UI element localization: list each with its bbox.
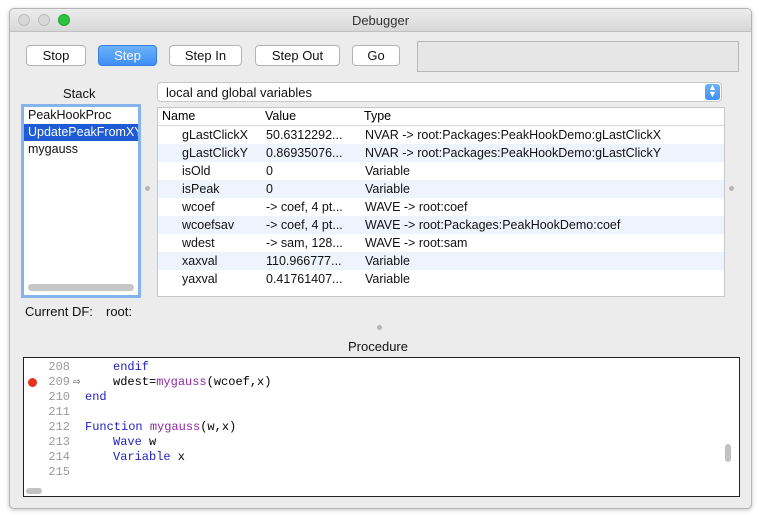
- step-in-button[interactable]: Step In: [169, 45, 242, 66]
- variable-type: Variable: [365, 254, 410, 268]
- current-df-label: Current DF:: [25, 304, 93, 319]
- line-number: 212: [48, 420, 70, 434]
- variable-name: wcoef: [182, 200, 215, 214]
- debugger-window: Debugger Stop Step Step In Step Out Go S…: [9, 8, 752, 509]
- code-line: 212 Function mygauss(w,x): [24, 420, 724, 435]
- variable-name: gLastClickY: [182, 146, 248, 160]
- stack-item[interactable]: mygauss: [24, 141, 138, 158]
- code-line: 210 end: [24, 390, 724, 405]
- code-line: 213 Wave w: [24, 435, 724, 450]
- variable-type: WAVE -> root:coef: [365, 200, 468, 214]
- stack-item-selected[interactable]: UpdatePeakFromXY: [24, 124, 138, 141]
- line-number: 213: [48, 435, 70, 449]
- breakpoint-icon[interactable]: [28, 378, 37, 387]
- column-header-value[interactable]: Value: [265, 108, 296, 124]
- code-text: wdest=mygauss(wcoef,x): [113, 375, 272, 389]
- code-text: endif: [113, 360, 150, 374]
- variable-value: 50.6312292...: [266, 128, 343, 142]
- variable-value: 0: [266, 164, 273, 178]
- table-row[interactable]: gLastClickX 50.6312292... NVAR -> root:Pac…: [158, 126, 724, 144]
- variable-type: Variable: [365, 272, 410, 286]
- table-row[interactable]: wcoef -> coef, 4 pt... WAVE -> root:coef: [158, 198, 724, 216]
- stop-button[interactable]: Stop: [26, 45, 86, 66]
- procedure-editor[interactable]: 208 endif 209 ⇨ wdest=mygauss(wcoef,x) 2…: [23, 357, 740, 497]
- variable-name: wcoefsav: [182, 218, 235, 232]
- current-line-arrow-icon: ⇨: [73, 375, 81, 389]
- variable-value: 0.41761407...: [266, 272, 343, 286]
- stack-label: Stack: [63, 86, 96, 101]
- variable-scope-value: local and global variables: [166, 85, 312, 100]
- variable-value: 0.86935076...: [266, 146, 343, 160]
- variable-value: 0: [266, 182, 273, 196]
- column-header-name[interactable]: Name: [162, 108, 195, 124]
- window-title: Debugger: [351, 13, 410, 28]
- column-header-type[interactable]: Type: [364, 108, 391, 124]
- code-line: 215: [24, 465, 724, 480]
- code-line: 211: [24, 405, 724, 420]
- variable-name: xaxval: [182, 254, 218, 268]
- current-df-value: root:: [106, 304, 133, 319]
- variable-name: yaxval: [182, 272, 218, 286]
- variable-name: isPeak: [182, 182, 220, 196]
- debugger-message-field: [417, 41, 739, 72]
- variable-value: -> coef, 4 pt...: [266, 218, 343, 232]
- stack-horizontal-scrollbar[interactable]: [28, 284, 134, 291]
- line-number: 209: [48, 375, 70, 389]
- table-row[interactable]: isOld 0 Variable: [158, 162, 724, 180]
- title-bar: Debugger: [10, 9, 751, 32]
- stack-list[interactable]: PeakHookProc UpdatePeakFromXY mygauss: [21, 104, 141, 298]
- code-line-current: 209 ⇨ wdest=mygauss(wcoef,x): [24, 375, 724, 390]
- table-row[interactable]: wcoefsav -> coef, 4 pt... WAVE -> root:Pac…: [158, 216, 724, 234]
- code-text: end: [85, 390, 107, 404]
- table-row[interactable]: xaxval 110.966777... Variable: [158, 252, 724, 270]
- line-number: 215: [48, 465, 70, 479]
- table-row[interactable]: wdest -> sam, 128... WAVE -> root:sam: [158, 234, 724, 252]
- variable-name: wdest: [182, 236, 215, 250]
- table-row[interactable]: yaxval 0.41761407... Variable: [158, 270, 724, 288]
- variable-value: -> sam, 128...: [266, 236, 343, 250]
- variable-name: gLastClickX: [182, 128, 248, 142]
- table-row[interactable]: isPeak 0 Variable: [158, 180, 724, 198]
- code-line: 214 Variable x: [24, 450, 724, 465]
- line-number: 208: [48, 360, 70, 374]
- procedure-label: Procedure: [348, 339, 408, 354]
- procedure-vertical-scrollbar[interactable]: [725, 444, 731, 462]
- variable-type: NVAR -> root:Packages:PeakHookDemo:gLast…: [365, 146, 662, 160]
- variable-value: 110.966777...: [266, 254, 342, 268]
- stack-splitter-handle[interactable]: [145, 186, 150, 191]
- variable-name: isOld: [182, 164, 211, 178]
- step-out-button[interactable]: Step Out: [255, 45, 340, 66]
- variable-type: WAVE -> root:sam: [365, 236, 468, 250]
- line-number: 210: [48, 390, 70, 404]
- variable-type: WAVE -> root:Packages:PeakHookDemo:coef: [365, 218, 621, 232]
- variable-scope-select[interactable]: local and global variables ▲ ▼: [157, 82, 722, 102]
- line-number: 214: [48, 450, 70, 464]
- step-button[interactable]: Step: [98, 45, 157, 66]
- variable-type: Variable: [365, 182, 410, 196]
- code-text: Wave w: [113, 435, 157, 449]
- variables-table-header: Name Value Type: [158, 108, 724, 126]
- table-row[interactable]: gLastClickY 0.86935076... NVAR -> root:Pac…: [158, 144, 724, 162]
- procedure-splitter-handle[interactable]: [377, 325, 382, 330]
- variables-table[interactable]: Name Value Type gLastClickX 50.6312292...…: [157, 107, 725, 297]
- line-number: 211: [48, 405, 70, 419]
- code-line: 208 endif: [24, 360, 724, 375]
- variable-type: NVAR -> root:Packages:PeakHookDemo:gLast…: [365, 128, 662, 142]
- code-text: Function mygauss(w,x): [85, 420, 237, 434]
- procedure-horizontal-scrollbar[interactable]: [26, 488, 42, 494]
- variables-splitter-handle[interactable]: [729, 186, 734, 191]
- chevron-up-down-icon: ▲ ▼: [705, 83, 720, 100]
- stack-item[interactable]: PeakHookProc: [24, 107, 138, 124]
- code-text: Variable x: [113, 450, 186, 464]
- variable-value: -> coef, 4 pt...: [266, 200, 343, 214]
- go-button[interactable]: Go: [352, 45, 400, 66]
- variable-type: Variable: [365, 164, 410, 178]
